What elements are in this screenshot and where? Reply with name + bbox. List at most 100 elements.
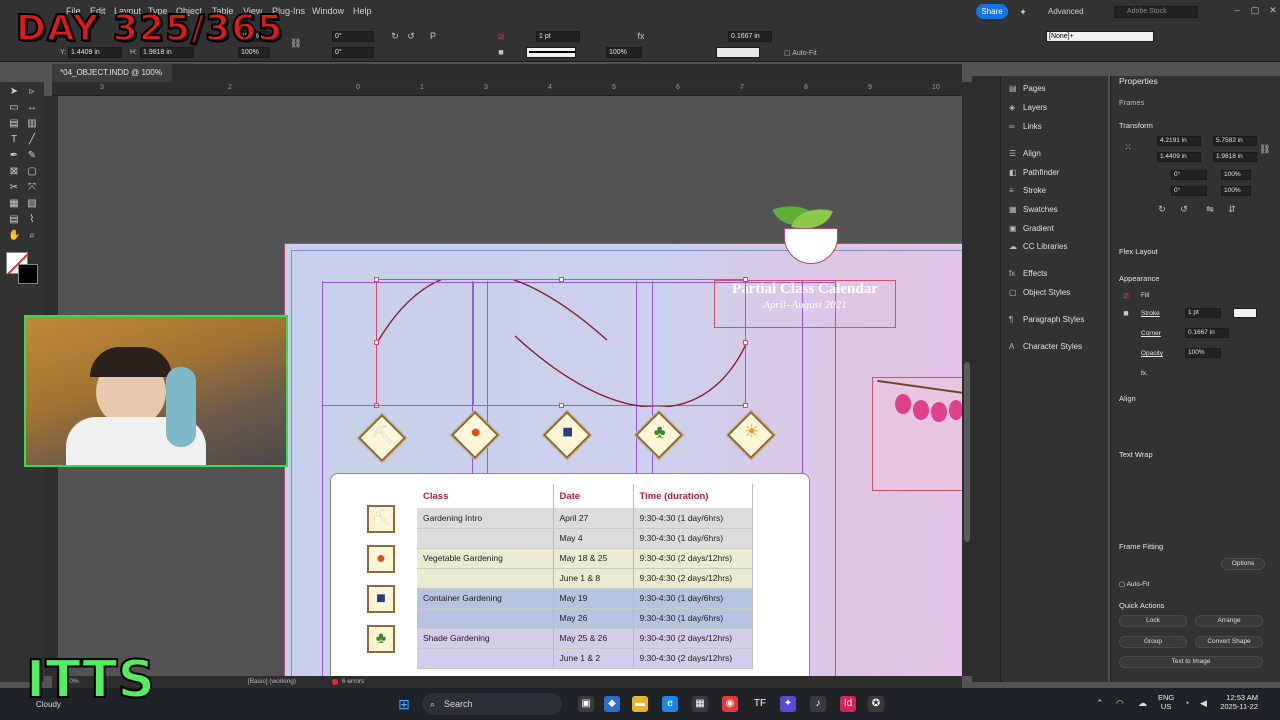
selection-tool-icon[interactable]: ➤	[8, 86, 20, 98]
menu-window[interactable]: Window	[312, 6, 344, 16]
chrome-icon[interactable]: ◉	[722, 696, 738, 712]
indesign-icon[interactable]: Id	[840, 696, 856, 712]
convert-shape-button[interactable]: Convert Shape	[1195, 636, 1263, 648]
close-window-icon[interactable]: ✕	[1268, 5, 1278, 15]
direct-selection-tool-icon[interactable]: ▹	[26, 86, 38, 98]
selection-handle[interactable]	[559, 277, 564, 282]
cell-class[interactable]	[417, 568, 554, 589]
flower-image-frame[interactable]	[872, 377, 962, 491]
cell-time[interactable]: 9:30-4:30 (1 day/6hrs)	[633, 608, 753, 629]
cell-time[interactable]: 9:30-4:30 (2 days/12hrs)	[633, 568, 753, 589]
network-icon[interactable]: ◠	[1116, 698, 1124, 709]
cell-time[interactable]: 9:30-4:30 (1 day/6hrs)	[633, 508, 753, 529]
taskbar-search[interactable]: ⌕ Search	[422, 693, 562, 715]
table-row[interactable]: Vegetable Gardening May 18 & 25 9:30-4:30 …	[417, 548, 753, 569]
rotate-90-cw-icon[interactable]: ↻	[1157, 204, 1167, 214]
angle-field[interactable]: 0°	[1171, 170, 1207, 180]
dock-paragraph-styles[interactable]: ¶ Paragraph Styles	[1009, 315, 1084, 324]
object-style-select[interactable]: [None]+	[1046, 31, 1154, 42]
note-tool-icon[interactable]: ▤	[8, 214, 20, 226]
rotate-field[interactable]: 0°	[332, 31, 374, 42]
cell-date[interactable]: May 18 & 25	[553, 548, 634, 569]
rectangle-frame-tool-icon[interactable]: ⊠	[8, 166, 20, 178]
reference-point-icon[interactable]: ⁙	[1123, 142, 1133, 152]
stock-search-input[interactable]: Adobe Stock	[1114, 6, 1198, 18]
scale-x-field[interactable]: 100%	[1221, 170, 1251, 180]
table-row[interactable]: Gardening Intro April 27 9:30-4:30 (1 day/…	[417, 508, 753, 529]
stroke-weight-field[interactable]: 1 pt	[1185, 308, 1221, 318]
start-icon[interactable]: ⊞	[396, 696, 412, 712]
arrange-button[interactable]: Arrange	[1195, 615, 1263, 627]
stroke-type-select[interactable]	[526, 47, 576, 58]
fx-label[interactable]: fx.	[1141, 370, 1148, 377]
stroke-swatch-icon[interactable]: ■	[1121, 308, 1131, 318]
cell-class[interactable]: Gardening Intro	[417, 508, 554, 529]
selection-handle[interactable]	[743, 277, 748, 282]
clock[interactable]: 12:53 AM 2025-11-22	[1216, 693, 1258, 711]
menu-help[interactable]: Help	[353, 6, 372, 16]
document-tab[interactable]: *04_OBJECT.INDD @ 100% ×	[52, 64, 172, 95]
cell-time[interactable]: 9:30-4:30 (2 days/12hrs)	[633, 628, 753, 649]
store-icon[interactable]: ▦	[692, 696, 708, 712]
table-row[interactable]: June 1 & 2 9:30-4:30 (2 days/12hrs)	[417, 648, 753, 669]
line-tool-icon[interactable]: ╱	[26, 134, 38, 146]
group-button[interactable]: Group	[1119, 636, 1187, 648]
class-schedule-table[interactable]: Class Date Time (duration) Gardening Int…	[417, 484, 753, 669]
app-tf-icon[interactable]: TF	[752, 696, 768, 712]
copilot-icon[interactable]: ◆	[604, 696, 620, 712]
shear-field[interactable]: 0°	[332, 47, 374, 58]
dock-object-styles[interactable]: ▢ Object Styles	[1009, 288, 1070, 297]
dock-character-styles[interactable]: A Character Styles	[1009, 342, 1082, 351]
horizontal-ruler[interactable]: 3 2 0 1 3 4 5 6 7 8 9 10	[52, 82, 962, 96]
dock-pages[interactable]: ▤ Pages	[1009, 84, 1046, 93]
scissors-tool-icon[interactable]: ✂	[8, 182, 20, 194]
cell-time[interactable]: 9:30-4:30 (1 day/6hrs)	[633, 528, 753, 549]
pencil-tool-icon[interactable]: ✎	[26, 150, 38, 162]
x-position-field[interactable]: 4.2191 in	[1157, 136, 1201, 146]
fill-swatch-icon[interactable]: ⧄	[496, 31, 506, 41]
autofit-checkbox[interactable]: ▢ Auto-Fit	[1119, 580, 1149, 588]
shear-field[interactable]: 0°	[1171, 186, 1207, 196]
app-misc-icon[interactable]: ✪	[868, 696, 884, 712]
type-tool-icon[interactable]: T	[8, 134, 20, 146]
minimize-icon[interactable]: –	[1232, 5, 1242, 15]
content-collector-icon[interactable]: ▤	[8, 118, 20, 130]
cell-class[interactable]	[417, 608, 554, 629]
dock-stroke[interactable]: ≡ Stroke	[1009, 186, 1046, 195]
tray-chevron-icon[interactable]: ⌃	[1096, 698, 1104, 709]
document-scrollbar[interactable]	[962, 82, 972, 676]
options-button[interactable]: Options	[1221, 558, 1265, 570]
dock-gradient[interactable]: ▣ Gradient	[1009, 224, 1054, 233]
flip-vertical-icon[interactable]: ⇵	[1227, 204, 1237, 214]
corner-size-field[interactable]: 0.1667 in	[1185, 328, 1229, 338]
cell-class[interactable]: Shade Gardening	[417, 628, 554, 649]
file-explorer-icon[interactable]: ▬	[632, 696, 648, 712]
cell-time[interactable]: 9:30-4:30 (2 days/12hrs)	[633, 548, 753, 569]
stroke-color-swatch[interactable]	[18, 264, 38, 284]
cell-date[interactable]: June 1 & 8	[553, 568, 634, 589]
cell-class[interactable]: Container Gardening	[417, 588, 554, 609]
stroke-label[interactable]: Stroke	[1141, 310, 1160, 317]
fx-icon[interactable]: fx	[636, 31, 646, 41]
rotate-ccw-icon[interactable]: ↺	[406, 31, 416, 41]
corner-size-field[interactable]: 0.1667 in	[728, 31, 772, 42]
maximize-icon[interactable]: ▢	[1250, 5, 1260, 15]
scale-y-field[interactable]: 100%	[1221, 186, 1251, 196]
table-row[interactable]: May 4 9:30-4:30 (1 day/6hrs)	[417, 528, 753, 549]
gap-tool-icon[interactable]: ↔	[26, 102, 38, 114]
cell-class[interactable]: Vegetable Gardening	[417, 548, 554, 569]
selection-handle[interactable]	[743, 340, 748, 345]
table-row[interactable]: June 1 & 8 9:30-4:30 (2 days/12hrs)	[417, 568, 753, 589]
stroke-weight-field[interactable]: 1 pt	[536, 31, 580, 42]
cell-date[interactable]: May 19	[553, 588, 634, 609]
content-placer-icon[interactable]: ▥	[26, 118, 38, 130]
cell-date[interactable]: May 26	[553, 608, 634, 629]
eyedropper-tool-icon[interactable]: ⌇	[26, 214, 38, 226]
opacity-label[interactable]: Opacity	[1141, 350, 1163, 357]
opacity-field[interactable]: 100%	[1185, 348, 1221, 358]
flip-horizontal-icon[interactable]: ⇋	[1205, 204, 1215, 214]
error-count[interactable]: 6 errors	[342, 678, 364, 685]
stroke-type-select[interactable]	[1233, 308, 1257, 318]
scrollbar-thumb[interactable]	[964, 362, 970, 542]
table-row[interactable]: Shade Gardening May 25 & 26 9:30-4:30 (2 d…	[417, 628, 753, 649]
